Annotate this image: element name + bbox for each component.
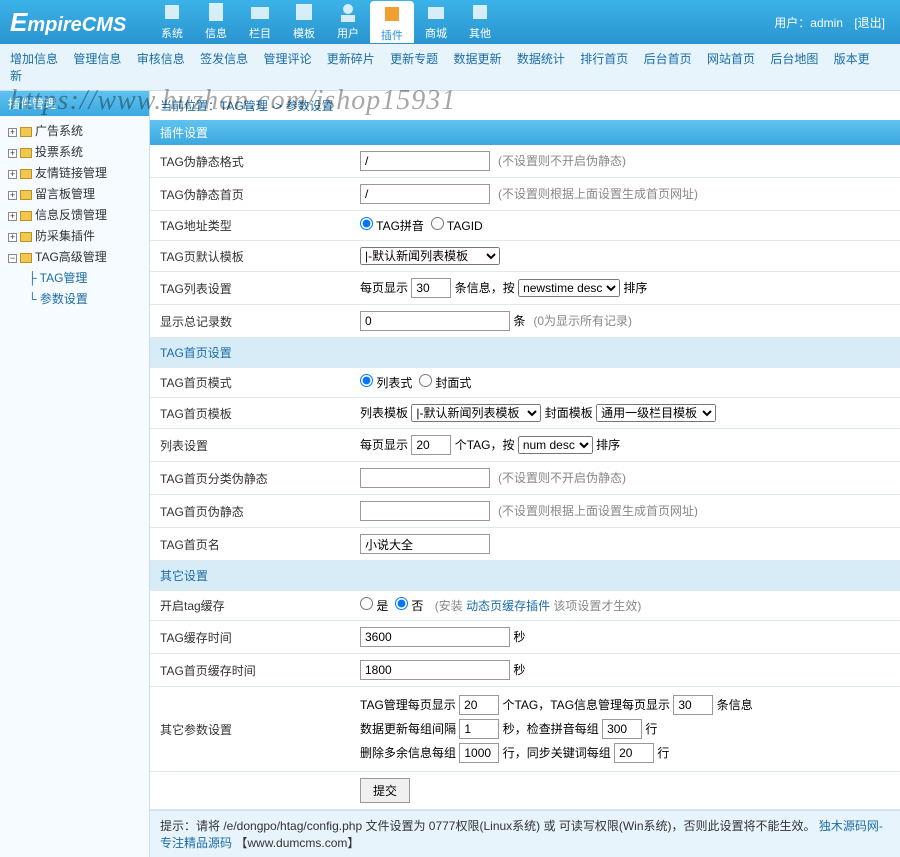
tree-sub-param[interactable]: └ 参数设置	[24, 288, 145, 309]
tree-item[interactable]: +友情链接管理	[4, 162, 145, 183]
cache-plugin-link[interactable]: 动态页缓存插件	[466, 599, 550, 613]
tree: +广告系统 +投票系统 +友情链接管理 +留言板管理 +信息反馈管理 +防采集插…	[0, 116, 149, 313]
subnav-item[interactable]: 管理评论	[263, 52, 311, 66]
top-nav: 系统 信息 栏目 模板 用户 插件 商城 其他	[150, 1, 774, 43]
tree-item[interactable]: +留言板管理	[4, 183, 145, 204]
tree-item[interactable]: −TAG高级管理	[4, 246, 145, 267]
sidebar: 插件管理 +广告系统 +投票系统 +友情链接管理 +留言板管理 +信息反馈管理 …	[0, 91, 150, 857]
logout-link[interactable]: [退出]	[854, 16, 885, 30]
subnav-item[interactable]: 更新碎片	[327, 52, 375, 66]
tree-sub-tag[interactable]: ├ TAG管理	[24, 267, 145, 288]
subnav-item[interactable]: 后台地图	[770, 52, 818, 66]
content: 当前位置：TAG管理 -> 参数设置 插件设置 TAG伪静态格式 (不设置则不开…	[150, 91, 900, 857]
row-label: TAG伪静态格式	[150, 145, 350, 178]
tree-item[interactable]: +防采集插件	[4, 225, 145, 246]
radio-covermode[interactable]: 封面式	[419, 376, 471, 390]
nav-column[interactable]: 栏目	[238, 1, 282, 43]
hint: (不设置则不开启伪静态)	[498, 154, 626, 168]
subnav-item[interactable]: 增加信息	[10, 52, 58, 66]
subnav-item[interactable]: 网站首页	[707, 52, 755, 66]
doc-icon	[205, 1, 227, 23]
home-cls-static-input[interactable]	[360, 468, 490, 488]
nav-other[interactable]: 其他	[458, 1, 502, 43]
home-name-input[interactable]	[360, 534, 490, 554]
nav-info[interactable]: 信息	[194, 1, 238, 43]
radio-listmode[interactable]: 列表式	[360, 376, 412, 390]
user-icon	[337, 1, 359, 23]
static-fmt-input[interactable]	[360, 151, 490, 171]
header: EmpireCMS 系统 信息 栏目 模板 用户 插件 商城 其他 用户：adm…	[0, 0, 900, 44]
section-header: TAG首页设置	[150, 338, 900, 368]
cache-time-input[interactable]	[360, 627, 510, 647]
gear-icon	[161, 1, 183, 23]
tree-item[interactable]: +信息反馈管理	[4, 204, 145, 225]
home-cache-input[interactable]	[360, 660, 510, 680]
other-r3v2[interactable]	[614, 743, 654, 763]
cart-icon	[425, 1, 447, 23]
tree-item[interactable]: +广告系统	[4, 120, 145, 141]
total-input[interactable]	[360, 311, 510, 331]
user-info: 用户：admin [退出]	[774, 14, 900, 31]
other-r2v2[interactable]	[602, 719, 642, 739]
form-table: TAG伪静态格式 (不设置则不开启伪静态) TAG伪静态首页 (不设置则根据上面…	[150, 145, 900, 810]
subnav-item[interactable]: 签发信息	[200, 52, 248, 66]
breadcrumb: 当前位置：TAG管理 -> 参数设置	[150, 91, 900, 120]
radio-pinyin[interactable]: TAG拼音	[360, 219, 424, 233]
radio-cache-yes[interactable]: 是	[360, 599, 388, 613]
nav-mall[interactable]: 商城	[414, 1, 458, 43]
section-header: 其它设置	[150, 561, 900, 591]
sidebar-title: 插件管理	[0, 91, 149, 116]
subnav: 增加信息 管理信息 审核信息 签发信息 管理评论 更新碎片 更新专题 数据更新 …	[0, 44, 900, 91]
subnav-item[interactable]: 更新专题	[390, 52, 438, 66]
nav-template[interactable]: 模板	[282, 1, 326, 43]
footer-note: 提示：请将 /e/dongpo/htag/config.php 文件设置为 07…	[150, 810, 900, 857]
tools-icon	[381, 3, 403, 25]
logo: EmpireCMS	[0, 7, 150, 38]
radio-cache-no[interactable]: 否	[395, 599, 423, 613]
other-r1v1[interactable]	[459, 695, 499, 715]
username: admin	[810, 16, 843, 30]
folder-icon	[249, 1, 271, 23]
subnav-item[interactable]: 后台首页	[644, 52, 692, 66]
subnav-item[interactable]: 数据统计	[517, 52, 565, 66]
radio-tagid[interactable]: TAGID	[431, 219, 483, 233]
subnav-item[interactable]: 数据更新	[454, 52, 502, 66]
other-r1v2[interactable]	[673, 695, 713, 715]
list-sort-select[interactable]: newstime desc	[518, 279, 620, 297]
def-tpl-select[interactable]: |-默认新闻列表模板	[360, 247, 500, 265]
bc-link[interactable]: TAG管理	[220, 99, 268, 113]
subnav-item[interactable]: 审核信息	[137, 52, 185, 66]
nav-plugin[interactable]: 插件	[370, 1, 414, 43]
submit-button[interactable]: 提交	[360, 778, 410, 803]
section-header: 插件设置	[150, 120, 900, 145]
home-static-input[interactable]	[360, 501, 490, 521]
other-r3v1[interactable]	[459, 743, 499, 763]
nav-system[interactable]: 系统	[150, 1, 194, 43]
subnav-item[interactable]: 排行首页	[580, 52, 628, 66]
window-icon	[293, 1, 315, 23]
more-icon	[469, 1, 491, 23]
tree-item[interactable]: +投票系统	[4, 141, 145, 162]
list-perpage-input[interactable]	[411, 278, 451, 298]
subnav-item[interactable]: 管理信息	[73, 52, 121, 66]
nav-user[interactable]: 用户	[326, 1, 370, 43]
home-cover-tpl-select[interactable]: 通用一级栏目模板	[596, 404, 716, 422]
home-list-tpl-select[interactable]: |-默认新闻列表模板	[411, 404, 541, 422]
other-r2v1[interactable]	[459, 719, 499, 739]
list-cfg-sort-select[interactable]: num desc	[518, 436, 593, 454]
static-home-input[interactable]	[360, 184, 490, 204]
list-cfg-perpage-input[interactable]	[411, 435, 451, 455]
